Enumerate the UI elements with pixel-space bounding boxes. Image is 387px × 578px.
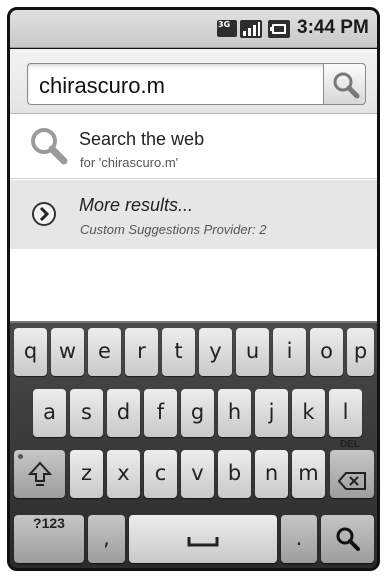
key-u[interactable]: u (236, 328, 269, 376)
phone-screen: 3G 3:44 PM chirascuro.m Search the web f… (7, 7, 380, 571)
delete-key-label: DEL (340, 439, 360, 450)
chevron-right-circle-icon (32, 202, 56, 226)
space-bar-icon (187, 537, 219, 547)
key-a[interactable]: a (33, 389, 66, 437)
key-e[interactable]: e (88, 328, 121, 376)
suggestion-search-web[interactable]: Search the web for 'chirascuro.m' (10, 114, 377, 179)
key-s[interactable]: s (70, 389, 103, 437)
search-icon (336, 527, 360, 551)
key-w[interactable]: w (51, 328, 84, 376)
key-c[interactable]: c (144, 450, 177, 498)
shift-key[interactable] (14, 450, 65, 498)
key-n[interactable]: n (255, 450, 288, 498)
soft-keyboard: q w e r t y u i o p a s d f g h j k l z … (10, 321, 377, 568)
key-comma[interactable]: , (88, 515, 125, 563)
search-panel: chirascuro.m Search the web for 'chirasc… (10, 49, 377, 321)
suggestion-subtitle: for 'chirascuro.m' (80, 155, 179, 170)
symbols-key[interactable]: ?123 (14, 515, 84, 563)
key-t[interactable]: t (162, 328, 195, 376)
key-x[interactable]: x (107, 450, 140, 498)
battery-icon (268, 20, 290, 38)
search-bar: chirascuro.m (10, 49, 377, 114)
suggestion-title: Search the web (79, 129, 205, 149)
key-d[interactable]: d (107, 389, 140, 437)
key-r[interactable]: r (125, 328, 158, 376)
status-time: 3:44 PM (297, 17, 369, 38)
suggestion-subtitle: Custom Suggestions Provider: 2 (80, 222, 267, 237)
key-j[interactable]: j (255, 389, 288, 437)
status-bar: 3G 3:44 PM (10, 10, 377, 48)
key-h[interactable]: h (218, 389, 251, 437)
network-3g-icon: 3G (217, 20, 237, 37)
key-l[interactable]: l (329, 389, 362, 437)
signal-icon (240, 20, 262, 38)
delete-key[interactable]: DEL (330, 439, 374, 498)
key-o[interactable]: o (310, 328, 343, 376)
search-input[interactable]: chirascuro.m (27, 63, 325, 105)
key-v[interactable]: v (181, 450, 214, 498)
suggestion-title: More results... (79, 195, 194, 215)
key-i[interactable]: i (273, 328, 306, 376)
key-f[interactable]: f (144, 389, 177, 437)
search-button[interactable] (323, 63, 366, 105)
search-icon (31, 128, 68, 165)
search-icon (333, 72, 360, 99)
key-y[interactable]: y (199, 328, 232, 376)
key-z[interactable]: z (70, 450, 103, 498)
key-hint-dot (18, 454, 23, 459)
key-period[interactable]: . (281, 515, 317, 563)
key-m[interactable]: m (292, 450, 325, 498)
key-p[interactable]: p (347, 328, 374, 376)
space-key[interactable] (129, 515, 277, 563)
search-key[interactable] (321, 515, 374, 563)
key-b[interactable]: b (218, 450, 251, 498)
suggestion-more-results[interactable]: More results... Custom Suggestions Provi… (10, 180, 377, 249)
key-g[interactable]: g (181, 389, 214, 437)
backspace-icon (338, 472, 366, 490)
key-q[interactable]: q (14, 328, 47, 376)
shift-icon (28, 461, 52, 486)
key-k[interactable]: k (292, 389, 325, 437)
